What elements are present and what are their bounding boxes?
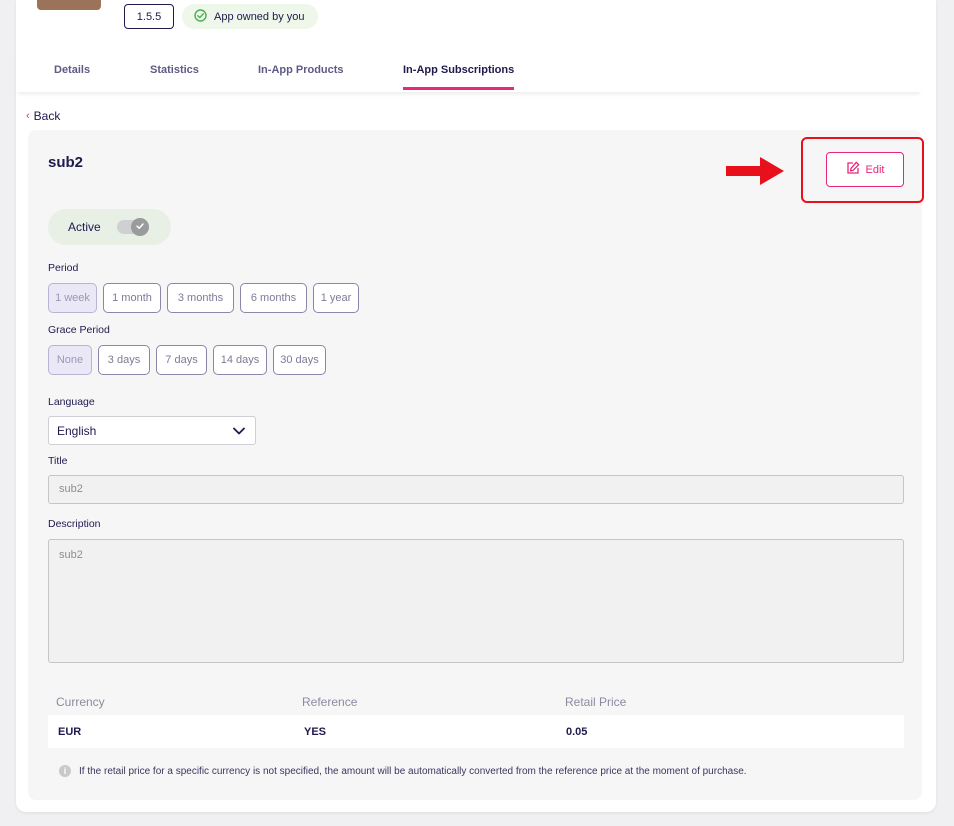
grace-option-30-days[interactable]: 30 days	[273, 345, 326, 375]
info-icon: i	[59, 765, 71, 777]
header-retail-price: Retail Price	[565, 695, 627, 709]
header-reference: Reference	[302, 695, 358, 709]
app-icon-thumbnail	[37, 0, 101, 10]
owned-badge: App owned by you	[182, 4, 318, 29]
edit-button[interactable]: Edit	[826, 152, 904, 187]
description-label: Description	[48, 518, 101, 530]
back-label: Back	[33, 109, 61, 123]
period-option-1-year[interactable]: 1 year	[313, 283, 359, 313]
active-status-pill: Active	[48, 209, 171, 245]
language-value: English	[57, 423, 97, 438]
period-option-1-week[interactable]: 1 week	[48, 283, 97, 313]
chevron-down-icon	[233, 424, 245, 438]
grace-period-options: None 3 days 7 days 14 days 30 days	[48, 345, 326, 375]
back-link[interactable]: ‹ Back	[26, 109, 60, 123]
version-badge: 1.5.5	[124, 4, 174, 29]
header-currency: Currency	[56, 695, 105, 709]
tab-bar: Details Statistics In-App Products In-Ap…	[16, 52, 922, 92]
language-label: Language	[48, 396, 95, 408]
arrow-right-icon	[726, 157, 784, 190]
cell-reference: YES	[304, 725, 327, 738]
table-row: EUR YES 0.05	[48, 715, 904, 748]
period-option-3-months[interactable]: 3 months	[167, 283, 234, 313]
language-select[interactable]: English	[48, 416, 256, 445]
period-options: 1 week 1 month 3 months 6 months 1 year	[48, 283, 359, 313]
toggle-knob	[130, 218, 149, 236]
tab-in-app-subscriptions[interactable]: In-App Subscriptions	[403, 64, 515, 90]
edit-icon	[846, 161, 860, 178]
check-icon	[135, 220, 145, 234]
cell-currency: EUR	[58, 725, 82, 738]
edit-button-label: Edit	[865, 163, 885, 176]
grace-period-label: Grace Period	[48, 324, 110, 336]
period-label: Period	[48, 262, 79, 274]
grace-option-14-days[interactable]: 14 days	[213, 345, 267, 375]
active-toggle[interactable]	[116, 218, 149, 236]
subscription-name: sub2	[48, 154, 84, 171]
grace-option-7-days[interactable]: 7 days	[156, 345, 207, 375]
period-option-1-month[interactable]: 1 month	[103, 283, 161, 313]
pricing-table-header: Currency Reference Retail Price	[48, 692, 904, 712]
period-option-6-months[interactable]: 6 months	[240, 283, 307, 313]
grace-option-none[interactable]: None	[48, 345, 92, 375]
chevron-left-icon: ‹	[26, 110, 30, 122]
owned-badge-label: App owned by you	[214, 10, 305, 23]
cell-retail-price: 0.05	[566, 725, 588, 738]
tab-in-app-products[interactable]: In-App Products	[258, 64, 344, 90]
tab-details[interactable]: Details	[54, 64, 90, 90]
tab-statistics[interactable]: Statistics	[150, 64, 199, 90]
title-input[interactable]: sub2	[48, 475, 904, 504]
check-circle-icon	[194, 8, 207, 25]
active-label: Active	[68, 220, 101, 234]
footnote-text: If the retail price for a specific curre…	[79, 765, 747, 777]
grace-option-3-days[interactable]: 3 days	[98, 345, 150, 375]
pricing-footnote: i If the retail price for a specific cur…	[59, 765, 747, 777]
title-label: Title	[48, 455, 68, 467]
description-textarea[interactable]: sub2	[48, 539, 904, 663]
